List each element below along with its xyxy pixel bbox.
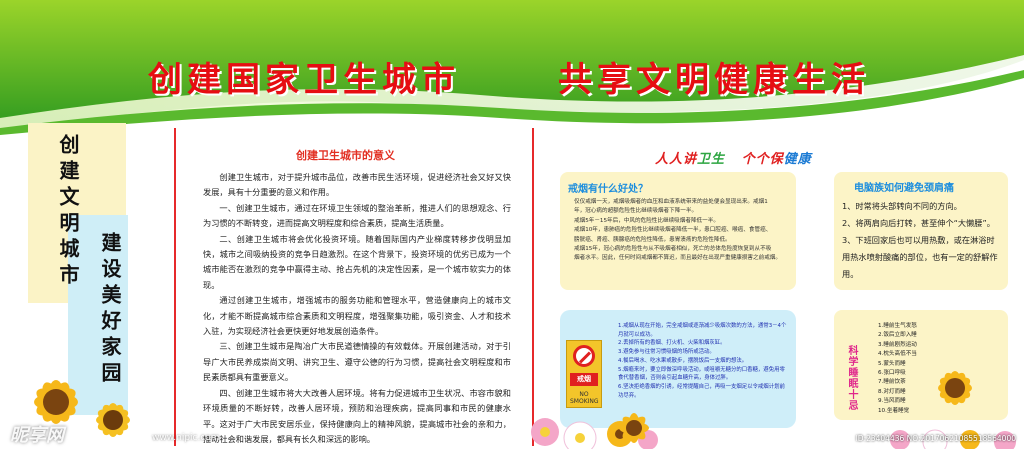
neck-care-text: 1、时常将头部转向不同的方向。 2、将两肩向后打转，甚至伸个“大懒腰”。 3、下… <box>842 198 1000 283</box>
meaning-paragraph: 创建卫生城市，对于提升城市品位，改善市民生活环境，促进经济社会又好又快发展，具有… <box>203 172 511 198</box>
no-smoking-icon <box>573 345 595 367</box>
text-line: 戒烟10年，患肺癌的危险性比继续吸烟者降低一半，患口腔癌、喉癌、食管癌、 <box>574 227 772 234</box>
text-line: 年，冠心病的超额危险性比继续吸烟者下降一半。 <box>574 208 698 215</box>
sunflower-icon <box>96 403 130 437</box>
text-line: 烟者水平。因此，任何时间戒烟都不算迟，而且最好在出现严重健康损害之前戒烟。 <box>574 255 781 262</box>
meaning-paragraph: 三、创建卫生城市是陶冶广大市民道德情操的有效载体。开展创建活动，对于引导广大市民… <box>203 341 511 383</box>
sleep-list: 1.睡前生气发怒 2.饭后立即入睡 3.睡前剧烈运动 4.枕头高低不当 5.蒙头… <box>878 322 917 416</box>
text-line: 3.避免参与往常习惯吸烟的场所或活动。 <box>618 349 715 356</box>
sleep-title: 科学睡眠十忌 <box>846 345 857 411</box>
left-banner-col1: 创建文明城市 <box>56 134 80 290</box>
text-line: 1.戒烟从现在开始，完全戒烟或逐渐减少吸烟次数的方法，通常3－4个月就可以成功。 <box>618 323 787 338</box>
sunflower-icon <box>938 371 972 405</box>
meaning-text: 创建卫生城市，对于提升城市品位，改善市民生活环境，促进经济社会又好又快发展，具有… <box>203 170 511 447</box>
divider-left <box>174 128 176 446</box>
health-slogan: 人人讲卫生 个个保健康 <box>655 148 812 167</box>
list-item: 9.当风而睡 <box>878 398 906 405</box>
list-item: 7.睡前饮茶 <box>878 379 906 386</box>
slogan-part: 人人讲 <box>655 152 698 167</box>
list-item: 3.睡前剧烈运动 <box>878 341 917 348</box>
text-line: 戒烟5年－15年后，中风的危险性比继续吸烟者降低一半。 <box>574 217 719 224</box>
text-line: 1、时常将头部转向不同的方向。 <box>842 201 962 211</box>
text-line: 4.餐后喝水、吃水果或散步，摆脱饭后一支烟的想法。 <box>618 357 748 364</box>
list-item: 5.蒙头而睡 <box>878 360 906 367</box>
meaning-paragraph: 二、创建卫生城市将会优化投资环境。随着国际国内产业梯度转移步伐明显加快，城市之间… <box>203 233 511 290</box>
list-item: 8.对灯而睡 <box>878 388 906 395</box>
quit-benefits-title: 戒烟有什么好处？ <box>568 184 648 195</box>
headline-right: 共享文明健康生活 <box>558 60 870 100</box>
text-line: 2.丢掉所有的香烟、打火机、火柴和烟灰缸。 <box>618 340 726 347</box>
text-line: 2、将两肩向后打转，甚至伸个“大懒腰”。 <box>842 218 995 228</box>
list-item: 1.睡前生气发怒 <box>878 323 917 329</box>
poster-board: 创建国家卫生城市 共享文明健康生活 创建文明城市 建设美好家园 创建卫生城市的意… <box>0 0 1024 449</box>
watermark-logo: 昵享网 <box>10 425 64 446</box>
text-line: 3、下班回家后也可以用热敷，或在淋浴时用热水喷射酸痛的部位，也有一定的舒解作用。 <box>842 235 998 279</box>
list-item: 6.张口呼吸 <box>878 370 906 377</box>
list-item: 4.枕头高低不当 <box>878 351 917 358</box>
neck-care-panel: 电脑族如何避免颈肩痛 1、时常将头部转向不同的方向。 2、将两肩向后打转，甚至伸… <box>834 172 1008 290</box>
meaning-paragraph: 通过创建卫生城市，增强城市的服务功能和管理水平，营造健康向上的城市文化，才能不断… <box>203 295 511 337</box>
watermark-url: www.nipic.com <box>152 433 220 443</box>
list-item: 2.饭后立即入睡 <box>878 332 917 339</box>
text-line: 戒烟15年，冠心病的危险性与从不吸烟者相似，死亡的总体危险度恢复到从不吸 <box>574 246 772 253</box>
headline-left: 创建国家卫生城市 <box>148 60 460 100</box>
neck-care-title: 电脑族如何避免颈肩痛 <box>854 183 954 194</box>
quit-methods-text: 1.戒烟从现在开始，完全戒烟或逐渐减少吸烟次数的方法，通常3－4个月就可以成功。… <box>618 322 788 400</box>
text-line: 仅仅戒烟一天，戒烟吸烟者的血压和血液系统带来的益处便会显现出来。戒烟1 <box>574 199 768 205</box>
slogan-part: 个个保 <box>741 152 784 167</box>
slogan-part: 健康 <box>783 152 812 167</box>
quit-smoking-benefits-panel: 戒烟有什么好处？ 仅仅戒烟一天，戒烟吸烟者的血压和血液系统带来的益处便会显现出来… <box>560 172 796 290</box>
no-smoking-label: 戒烟 <box>570 373 598 386</box>
slogan-part: 卫生 <box>697 152 726 167</box>
text-line: 5.烟瘾来时，要立即做深呼吸活动，或咀嚼无糖分的口香糖，避免用零食代替香烟，否则… <box>618 366 785 382</box>
list-item: 10.坐着睡觉 <box>878 407 910 414</box>
quit-benefits-text: 仅仅戒烟一天，戒烟吸烟者的血压和血液系统带来的益处便会显现出来。戒烟1 年，冠心… <box>574 198 790 264</box>
meaning-paragraph: 一、创建卫生城市，通过在环境卫生领域的整治革新，推进人们的思想观念、行为习惯的不… <box>203 202 511 229</box>
sunflower-icon <box>619 413 649 443</box>
text-line: 膀胱癌、肾癌、胰腺癌的危险性降低，患胃溃疡的危险性降低。 <box>574 236 731 243</box>
meaning-title: 创建卫生城市的意义 <box>296 149 395 162</box>
meaning-paragraph: 四、创建卫生城市将大大改善人居环境。将有力促进城市卫生状况、市容市貌和环境质量的… <box>203 387 511 444</box>
watermark-id: ID:23404436 NO:20170621085518564000 <box>855 434 1016 443</box>
